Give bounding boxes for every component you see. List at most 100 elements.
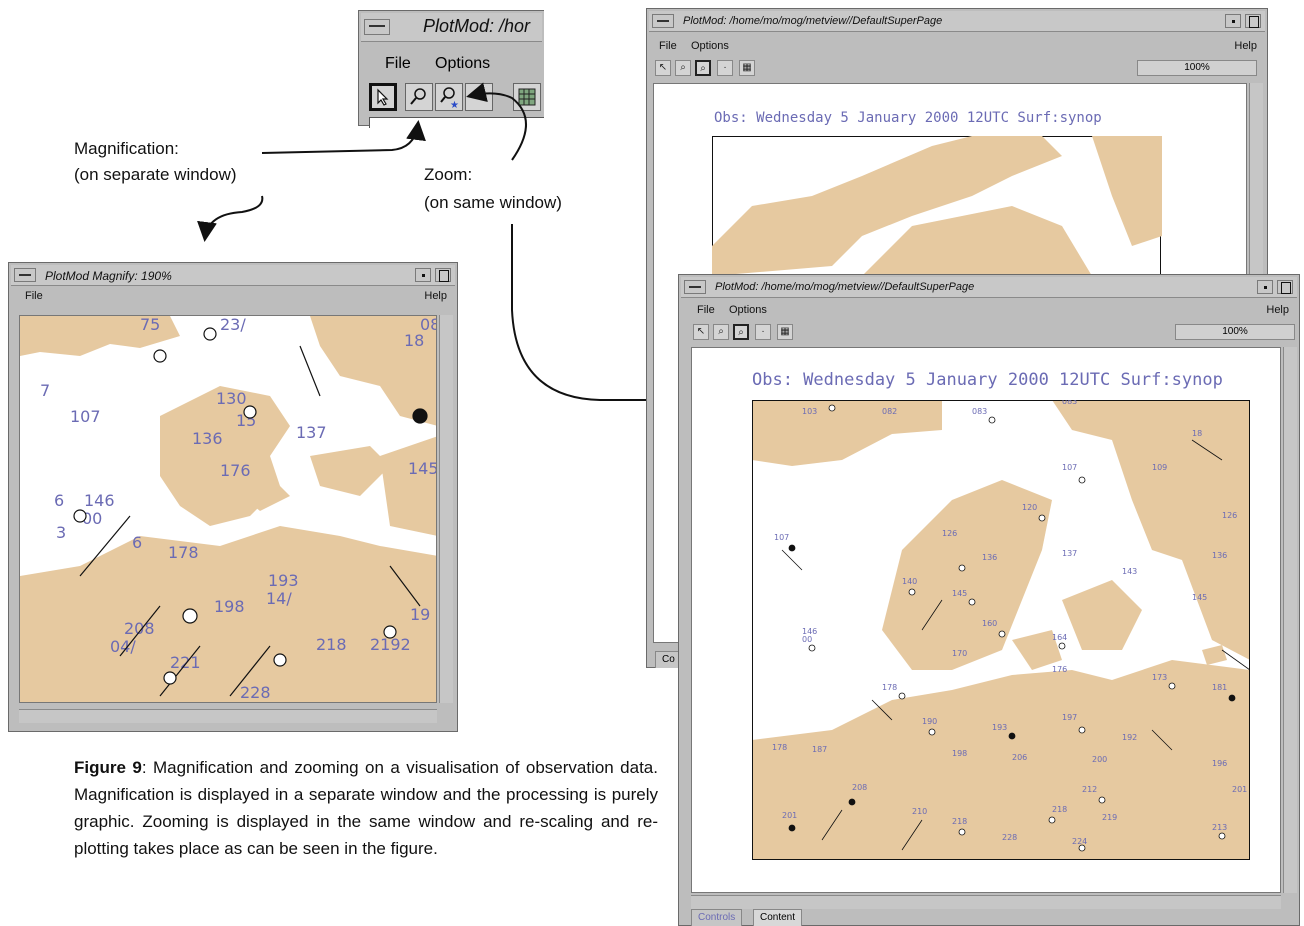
svg-text:193: 193 xyxy=(268,571,299,590)
menu-options[interactable]: Options xyxy=(729,304,767,316)
svg-text:218: 218 xyxy=(1052,805,1067,814)
svg-text:178: 178 xyxy=(882,683,897,692)
svg-text:00: 00 xyxy=(802,635,812,644)
front-vertical-scrollbar[interactable] xyxy=(1283,347,1297,893)
front-title: PlotMod: /home/mo/mog/metview//DefaultSu… xyxy=(715,281,975,293)
svg-text:120: 120 xyxy=(1022,503,1037,512)
dot-tool-button[interactable]: · xyxy=(717,60,733,76)
svg-text:145: 145 xyxy=(1192,593,1207,602)
svg-text:126: 126 xyxy=(942,529,957,538)
svg-text:145: 145 xyxy=(952,589,967,598)
svg-text:198: 198 xyxy=(952,749,967,758)
figure-caption: Figure 9: Magnification and zooming on a… xyxy=(74,754,658,862)
minimize-button[interactable] xyxy=(1225,14,1241,28)
svg-text:136: 136 xyxy=(1212,551,1227,560)
menu-file[interactable]: File xyxy=(659,40,677,52)
magnify-tool-button[interactable]: ⌕ xyxy=(675,60,691,76)
magnify-canvas[interactable]: 7523/ 0818 7107 13015 137136 176145 6146… xyxy=(19,315,437,703)
magnify-title: PlotMod Magnify: 190% xyxy=(45,269,172,283)
svg-text:103: 103 xyxy=(802,407,817,416)
svg-text:200: 200 xyxy=(1092,755,1107,764)
minimize-button[interactable] xyxy=(1257,280,1273,294)
svg-text:164: 164 xyxy=(1052,633,1067,642)
zoom-level-field[interactable]: 100% xyxy=(1175,324,1295,340)
svg-text:109: 109 xyxy=(1152,463,1167,472)
magnify-menubar: File Help xyxy=(11,286,455,302)
arrow-to-magnify-window xyxy=(197,195,264,242)
pointer-tool-button[interactable]: ↖ xyxy=(655,60,671,76)
svg-text:176: 176 xyxy=(1052,665,1067,674)
svg-text:210: 210 xyxy=(912,807,927,816)
svg-text:126: 126 xyxy=(1222,511,1237,520)
svg-text:143: 143 xyxy=(1122,567,1137,576)
zoom-tool-button[interactable]: ⌕ xyxy=(733,324,749,340)
svg-text:193: 193 xyxy=(992,723,1007,732)
svg-text:140: 140 xyxy=(902,577,917,586)
menu-file[interactable]: File xyxy=(25,290,43,302)
menu-options[interactable]: Options xyxy=(691,40,729,52)
svg-text:170: 170 xyxy=(952,649,967,658)
front-toolbar: ↖ ⌕ ⌕ · ▦ 100% xyxy=(681,323,1297,343)
menu-help[interactable]: Help xyxy=(1266,304,1289,316)
svg-text:201: 201 xyxy=(782,811,797,820)
magnify-titlebar: PlotMod Magnify: 190% xyxy=(11,265,455,286)
tab-controls[interactable]: Controls xyxy=(691,909,743,926)
svg-text:218: 218 xyxy=(316,635,347,654)
svg-text:178: 178 xyxy=(772,743,787,752)
svg-text:18: 18 xyxy=(404,331,424,350)
svg-text:107: 107 xyxy=(1062,463,1077,472)
maximize-button[interactable] xyxy=(1277,280,1293,294)
minimize-button[interactable] xyxy=(415,268,431,282)
magnify-tool-button[interactable]: ⌕ xyxy=(713,324,729,340)
svg-text:206: 206 xyxy=(1012,753,1027,762)
svg-text:173: 173 xyxy=(1152,673,1167,682)
maximize-button[interactable] xyxy=(1245,14,1261,28)
caption-figure-number: Figure 9 xyxy=(74,758,142,777)
tab-content[interactable]: Content xyxy=(753,909,803,926)
magnified-map: 7523/ 0818 7107 13015 137136 176145 6146… xyxy=(20,316,436,702)
back-title: PlotMod: /home/mo/mog/metview//DefaultSu… xyxy=(683,15,943,27)
front-titlebar: PlotMod: /home/mo/mog/metview//DefaultSu… xyxy=(681,277,1297,298)
magnify-horizontal-scrollbar[interactable] xyxy=(19,709,437,723)
grid-tool-button[interactable]: ▦ xyxy=(777,324,793,340)
svg-text:107: 107 xyxy=(774,533,789,542)
svg-text:130: 130 xyxy=(216,389,247,408)
menu-help[interactable]: Help xyxy=(424,290,447,302)
svg-text:228: 228 xyxy=(1002,833,1017,842)
svg-text:75: 75 xyxy=(140,316,160,334)
svg-text:160: 160 xyxy=(982,619,997,628)
grid-tool-button[interactable]: ▦ xyxy=(739,60,755,76)
svg-text:137: 137 xyxy=(296,423,327,442)
svg-text:198: 198 xyxy=(214,597,245,616)
svg-text:083: 083 xyxy=(972,407,987,416)
menu-help[interactable]: Help xyxy=(1234,40,1257,52)
svg-text:208: 208 xyxy=(124,619,155,638)
svg-text:208: 208 xyxy=(852,783,867,792)
svg-text:197: 197 xyxy=(1062,713,1077,722)
window-menu-icon[interactable] xyxy=(684,280,706,294)
maximize-button[interactable] xyxy=(435,268,451,282)
magnify-vertical-scrollbar[interactable] xyxy=(439,315,453,703)
menu-file[interactable]: File xyxy=(697,304,715,316)
arrow-to-zoom-button xyxy=(466,82,527,161)
caption-text: : Magnification and zooming on a visuali… xyxy=(74,758,658,858)
svg-text:107: 107 xyxy=(70,407,101,426)
front-canvas[interactable]: Obs: Wednesday 5 January 2000 12UTC Surf… xyxy=(691,347,1281,893)
svg-text:176: 176 xyxy=(220,461,251,480)
back-titlebar: PlotMod: /home/mo/mog/metview//DefaultSu… xyxy=(649,11,1265,32)
svg-text:190: 190 xyxy=(922,717,937,726)
svg-text:224: 224 xyxy=(1072,837,1087,846)
zoom-tool-button[interactable]: ⌕ xyxy=(695,60,711,76)
svg-text:178: 178 xyxy=(168,543,199,562)
pointer-tool-button[interactable]: ↖ xyxy=(693,324,709,340)
front-horizontal-scrollbar[interactable] xyxy=(691,895,1281,909)
svg-text:23/: 23/ xyxy=(220,316,246,334)
window-menu-icon[interactable] xyxy=(14,268,36,282)
back-map xyxy=(712,136,1162,276)
window-menu-icon[interactable] xyxy=(652,14,674,28)
back-menubar: File Options Help xyxy=(649,32,1265,52)
svg-text:228: 228 xyxy=(240,683,271,702)
front-menubar: File Options Help xyxy=(681,298,1297,316)
dot-tool-button[interactable]: · xyxy=(755,324,771,340)
zoom-level-field[interactable]: 100% xyxy=(1137,60,1257,76)
